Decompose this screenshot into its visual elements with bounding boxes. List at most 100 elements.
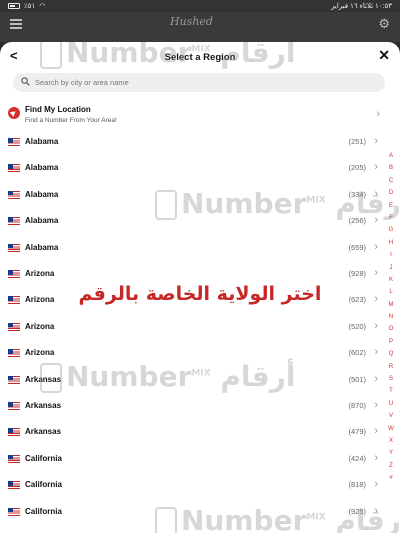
chevron-right-icon: ›	[374, 346, 378, 359]
battery-icon	[8, 3, 20, 9]
chevron-right-icon: ›	[374, 425, 378, 438]
chevron-right-icon: ›	[376, 108, 380, 120]
watermark: NumberMIX أرقام	[155, 504, 400, 533]
chevron-right-icon: ›	[374, 240, 378, 253]
alphabet-letter[interactable]: O	[386, 326, 396, 338]
region-row[interactable]: Arkansas (479) ›	[8, 424, 380, 442]
find-location-subtitle: Find a Number From Your Area!	[25, 117, 117, 124]
chevron-right-icon: ›	[374, 161, 378, 174]
alphabet-letter[interactable]: N	[386, 314, 396, 326]
status-left: ٪٥١ ◠	[8, 2, 45, 10]
region-name: Alabama	[25, 189, 59, 199]
chevron-right-icon: ›	[374, 451, 378, 464]
app-logo: Hushed	[170, 15, 213, 28]
region-name: California	[25, 480, 62, 490]
region-name: Alabama	[25, 216, 59, 226]
alphabet-letter[interactable]: I	[386, 252, 396, 264]
overlay-caption: اختر الولاية الخاصة بالرقم	[78, 283, 322, 305]
region-row[interactable]: Alabama (659) ›	[8, 240, 380, 258]
area-code: (928)	[348, 269, 366, 278]
us-flag-icon	[8, 190, 20, 199]
background-app-bar: Hushed ⚙	[0, 12, 400, 42]
us-flag-icon	[8, 322, 20, 331]
us-flag-icon	[8, 428, 20, 437]
region-name: Alabama	[25, 137, 59, 146]
watermark: NumberMIX أرقام	[40, 42, 295, 69]
find-location-title: Find My Location	[25, 105, 91, 114]
us-flag-icon	[8, 217, 20, 226]
region-row[interactable]: Arkansas (870) ›	[8, 398, 380, 416]
chevron-right-icon: ›	[374, 135, 378, 147]
search-input[interactable]	[35, 75, 375, 90]
search-icon	[21, 77, 30, 86]
alphabet-letter[interactable]: A	[386, 153, 396, 165]
area-code: (818)	[348, 480, 366, 490]
us-flag-icon	[8, 375, 20, 384]
area-code: (602)	[348, 348, 366, 358]
region-name: Arizona	[25, 269, 55, 278]
us-flag-icon	[8, 481, 20, 490]
alphabet-letter[interactable]: J	[386, 265, 396, 277]
us-flag-icon	[8, 164, 20, 173]
region-name: California	[25, 453, 62, 463]
region-name: Arkansas	[25, 427, 62, 437]
status-bar: ٪٥١ ◠ ١٠:٥٣ ثلاثاء ١٦ فبراير	[0, 0, 400, 12]
area-code: (251)	[348, 137, 366, 146]
alphabet-letter[interactable]: U	[386, 401, 396, 413]
area-code: (520)	[348, 321, 366, 331]
area-code: (501)	[348, 374, 366, 384]
alphabet-letter[interactable]: Y	[386, 450, 396, 462]
area-code: (659)	[348, 242, 366, 252]
watermark: NumberMIX أرقام	[155, 187, 400, 220]
alphabet-letter[interactable]: X	[386, 438, 396, 450]
chevron-right-icon: ›	[374, 399, 378, 411]
us-flag-icon	[8, 402, 20, 410]
status-datetime: ١٠:٥٣ ثلاثاء ١٦ فبراير	[331, 3, 392, 10]
alphabet-letter[interactable]: T	[386, 388, 396, 400]
gear-icon: ⚙	[378, 16, 390, 31]
region-row[interactable]: Alabama (251) ›	[8, 134, 380, 152]
search-bar	[13, 73, 385, 92]
chevron-right-icon: ›	[374, 267, 378, 279]
region-name: Arizona	[25, 348, 55, 358]
region-name: Alabama	[25, 163, 59, 173]
us-flag-icon	[8, 454, 20, 463]
us-flag-icon	[8, 270, 20, 278]
battery-level: ٪٥١	[24, 3, 36, 10]
alphabet-letter[interactable]: Q	[386, 351, 396, 363]
alphabet-letter[interactable]: V	[386, 413, 396, 425]
alphabet-letter[interactable]: Z	[386, 463, 396, 475]
close-button[interactable]: ✕	[378, 47, 390, 64]
alphabet-letter[interactable]: W	[386, 426, 396, 438]
us-flag-icon	[8, 507, 20, 516]
area-code: (424)	[348, 453, 366, 463]
alphabet-letter[interactable]: R	[386, 364, 396, 376]
chevron-right-icon: ›	[374, 372, 378, 385]
us-flag-icon	[8, 243, 20, 252]
region-name: Arkansas	[25, 401, 62, 410]
alphabet-letter[interactable]: #	[386, 475, 396, 487]
alphabet-letter[interactable]: B	[386, 165, 396, 177]
region-row[interactable]: California (818) ›	[8, 477, 380, 495]
region-row[interactable]: Arizona (520) ›	[8, 319, 380, 337]
region-name: California	[25, 506, 62, 516]
region-picker-modal: < Select a Region ✕ Find My Location Fin…	[0, 42, 400, 533]
alphabet-letter[interactable]: H	[386, 240, 396, 252]
watermark: NumberMIX أرقام	[40, 360, 295, 393]
region-name: Arizona	[25, 321, 55, 331]
region-row[interactable]: California (424) ›	[8, 451, 380, 469]
area-code: (205)	[348, 163, 366, 173]
us-flag-icon	[8, 138, 20, 146]
region-row[interactable]: Arizona (928) ›	[8, 266, 380, 284]
location-arrow-icon	[8, 107, 20, 119]
alphabet-letter[interactable]: P	[386, 339, 396, 351]
chevron-right-icon: ›	[374, 478, 378, 491]
chevron-right-icon: ›	[374, 319, 378, 332]
menu-icon	[10, 19, 22, 29]
find-my-location-item[interactable]: Find My Location Find a Number From Your…	[8, 105, 388, 127]
alphabet-letter[interactable]: S	[386, 376, 396, 388]
region-row[interactable]: Alabama (205) ›	[8, 160, 380, 178]
area-code: (870)	[348, 401, 366, 410]
alphabet-letter[interactable]: G	[386, 227, 396, 239]
us-flag-icon	[8, 349, 20, 358]
